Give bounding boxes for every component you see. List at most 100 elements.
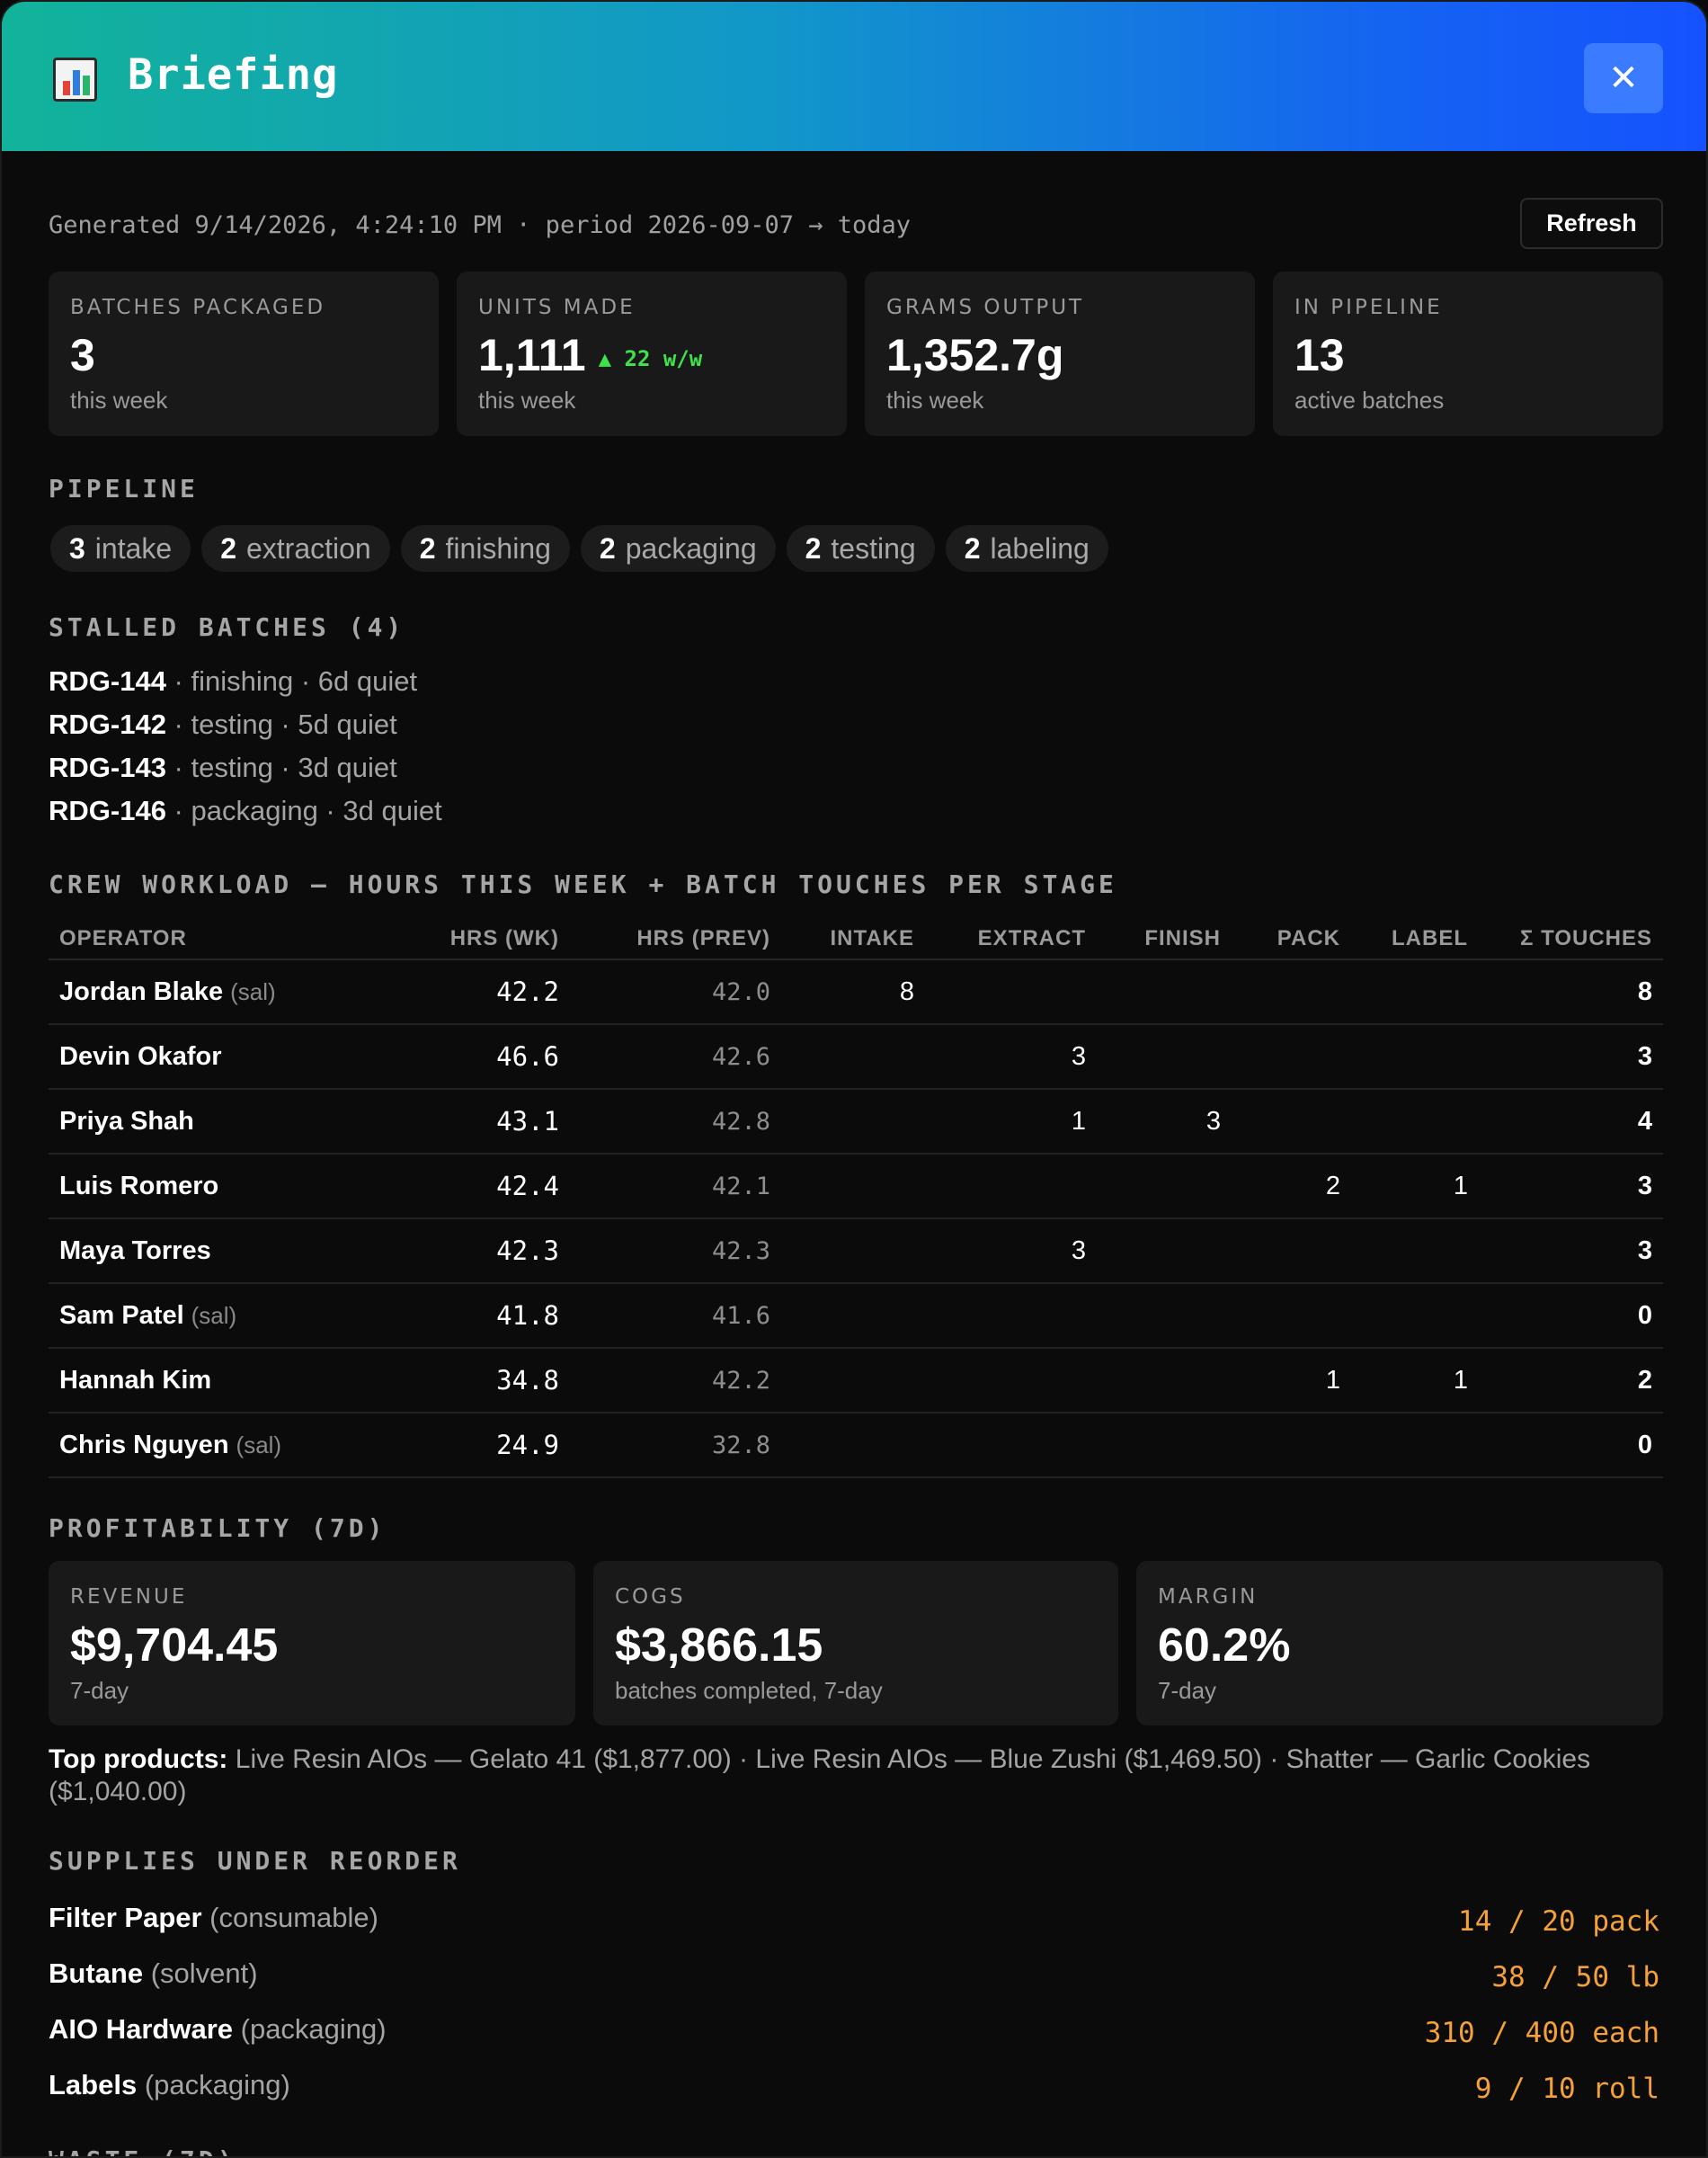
crew-heading: CREW WORKLOAD — HOURS THIS WEEK + BATCH …: [49, 869, 1117, 899]
intake-touches: [781, 1089, 925, 1155]
profit-label: COGS: [615, 1585, 686, 1609]
extract-touches: 3: [925, 1218, 1097, 1284]
profit-card-cogs: COGS $3,866.15 batches completed, 7-day: [593, 1561, 1118, 1726]
table-row[interactable]: Chris Nguyen (sal) 24.9 32.8 0: [49, 1413, 1663, 1478]
pipeline-chip-labeling[interactable]: 2 labeling: [945, 525, 1108, 572]
total-touches: 0: [1479, 1283, 1663, 1349]
crew-table: OPERATOR HRS (WK) HRS (PREV) INTAKE EXTR…: [49, 919, 1663, 1478]
operator-name: Luis Romero: [49, 1154, 408, 1219]
hrs-prev: 32.8: [570, 1413, 781, 1478]
finish-touches: [1097, 1283, 1232, 1349]
stat-label: IN PIPELINE: [1294, 296, 1443, 319]
label-touches: [1351, 1218, 1479, 1284]
intake-touches: [781, 1154, 925, 1219]
profit-label: MARGIN: [1158, 1585, 1259, 1609]
table-row[interactable]: Priya Shah 43.1 42.8 1 3 4: [49, 1089, 1663, 1155]
supply-qty: 14 / 20 pack: [1458, 1905, 1659, 1938]
supply-item: Butane (solvent): [49, 1957, 258, 1989]
pipeline-chip-extraction[interactable]: 2 extraction: [201, 525, 390, 572]
refresh-button[interactable]: Refresh: [1520, 198, 1663, 249]
profit-sub: 7-day: [70, 1677, 129, 1704]
total-touches: 4: [1479, 1089, 1663, 1155]
total-touches: 3: [1479, 1024, 1663, 1090]
stalled-item[interactable]: RDG-144 · finishing · 6d quiet: [49, 665, 417, 698]
pipeline-chips: 3 intake 2 extraction 2 finishing 2 packagin…: [50, 525, 1108, 572]
stalled-item[interactable]: RDG-146 · packaging · 3d quiet: [49, 795, 442, 827]
stat-card-grams: GRAMS OUTPUT 1,352.7g this week: [865, 272, 1255, 436]
profit-value: 60.2%: [1158, 1619, 1291, 1672]
finish-touches: [1097, 1024, 1232, 1090]
intake-touches: [781, 1024, 925, 1090]
table-row[interactable]: Maya Torres 42.3 42.3 3 3: [49, 1218, 1663, 1284]
hrs-wk: 46.6: [408, 1024, 570, 1090]
finish-touches: [1097, 1348, 1232, 1413]
pipeline-chip-packaging[interactable]: 2 packaging: [580, 525, 776, 572]
label-touches: [1351, 959, 1479, 1025]
label-touches: [1351, 1024, 1479, 1090]
pipeline-chip-finishing[interactable]: 2 finishing: [400, 525, 570, 572]
top-products: Top products: Live Resin AIOs — Gelato 4…: [49, 1744, 1591, 1806]
supply-qty: 310 / 400 each: [1424, 2017, 1659, 2049]
stat-value: 1,111: [478, 330, 586, 380]
hrs-wk: 42.4: [408, 1154, 570, 1219]
generated-meta: Generated 9/14/2026, 4:24:10 PM · period…: [49, 211, 912, 239]
label-touches: 1: [1351, 1154, 1479, 1219]
col-intake: INTAKE: [781, 919, 925, 960]
hrs-wk: 42.3: [408, 1218, 570, 1284]
operator-name: Jordan Blake (sal): [49, 959, 408, 1025]
pipeline-heading: PIPELINE: [49, 474, 199, 504]
stat-card-batches: BATCHES PACKAGED 3 this week: [49, 272, 439, 436]
table-row[interactable]: Sam Patel (sal) 41.8 41.6 0: [49, 1283, 1663, 1349]
table-row[interactable]: Devin Okafor 46.6 42.6 3 3: [49, 1024, 1663, 1090]
extract-touches: 1: [925, 1089, 1097, 1155]
stalled-item[interactable]: RDG-142 · testing · 5d quiet: [49, 709, 397, 741]
table-row[interactable]: Luis Romero 42.4 42.1 2 1 3: [49, 1154, 1663, 1219]
total-touches: 3: [1479, 1218, 1663, 1284]
intake-touches: [781, 1348, 925, 1413]
stat-value: 13: [1294, 330, 1345, 380]
hrs-prev: 42.6: [570, 1024, 781, 1090]
label-touches: 1: [1351, 1348, 1479, 1413]
col-touches: Σ TOUCHES: [1479, 919, 1663, 960]
close-icon: ✕: [1608, 58, 1639, 99]
profit-heading: PROFITABILITY (7D): [49, 1513, 387, 1543]
briefing-panel: Briefing ✕ Generated 9/14/2026, 4:24:10 …: [0, 0, 1708, 2158]
header-bar: Briefing ✕: [2, 2, 1706, 151]
hrs-prev: 42.1: [570, 1154, 781, 1219]
label-touches: [1351, 1089, 1479, 1155]
col-label: LABEL: [1351, 919, 1479, 960]
pack-touches: [1232, 1218, 1351, 1284]
total-touches: 2: [1479, 1348, 1663, 1413]
hrs-wk: 41.8: [408, 1283, 570, 1349]
stat-label: UNITS MADE: [478, 296, 636, 319]
operator-name: Chris Nguyen (sal): [49, 1413, 408, 1478]
table-row[interactable]: Jordan Blake (sal) 42.2 42.0 8 8: [49, 959, 1663, 1025]
page-title: Briefing: [128, 50, 339, 100]
stat-card-units: UNITS MADE 1,111 ▲ 22 w/w this week: [457, 272, 847, 436]
extract-touches: [925, 1413, 1097, 1478]
hrs-wk: 43.1: [408, 1089, 570, 1155]
profit-value: $3,866.15: [615, 1619, 823, 1672]
intake-touches: [781, 1413, 925, 1478]
stat-label: BATCHES PACKAGED: [70, 296, 326, 319]
hrs-prev: 42.2: [570, 1348, 781, 1413]
operator-name: Devin Okafor: [49, 1024, 408, 1090]
finish-touches: 3: [1097, 1089, 1232, 1155]
extract-touches: [925, 1154, 1097, 1219]
hrs-wk: 34.8: [408, 1348, 570, 1413]
hrs-prev: 41.6: [570, 1283, 781, 1349]
pack-touches: 2: [1232, 1154, 1351, 1219]
stalled-item[interactable]: RDG-143 · testing · 3d quiet: [49, 752, 397, 784]
table-row[interactable]: Hannah Kim 34.8 42.2 1 1 2: [49, 1348, 1663, 1413]
col-hrs-wk: HRS (WK): [408, 919, 570, 960]
pipeline-chip-intake[interactable]: 3 intake: [50, 525, 191, 572]
table-header-row: OPERATOR HRS (WK) HRS (PREV) INTAKE EXTR…: [49, 919, 1663, 960]
finish-touches: [1097, 1218, 1232, 1284]
profit-label: REVENUE: [70, 1585, 188, 1609]
close-button[interactable]: ✕: [1584, 43, 1663, 113]
pipeline-chip-testing[interactable]: 2 testing: [786, 525, 935, 572]
stat-value-row: 1,111 ▲ 22 w/w: [478, 329, 702, 381]
extract-touches: [925, 1348, 1097, 1413]
hrs-wk: 42.2: [408, 959, 570, 1025]
extract-touches: [925, 959, 1097, 1025]
